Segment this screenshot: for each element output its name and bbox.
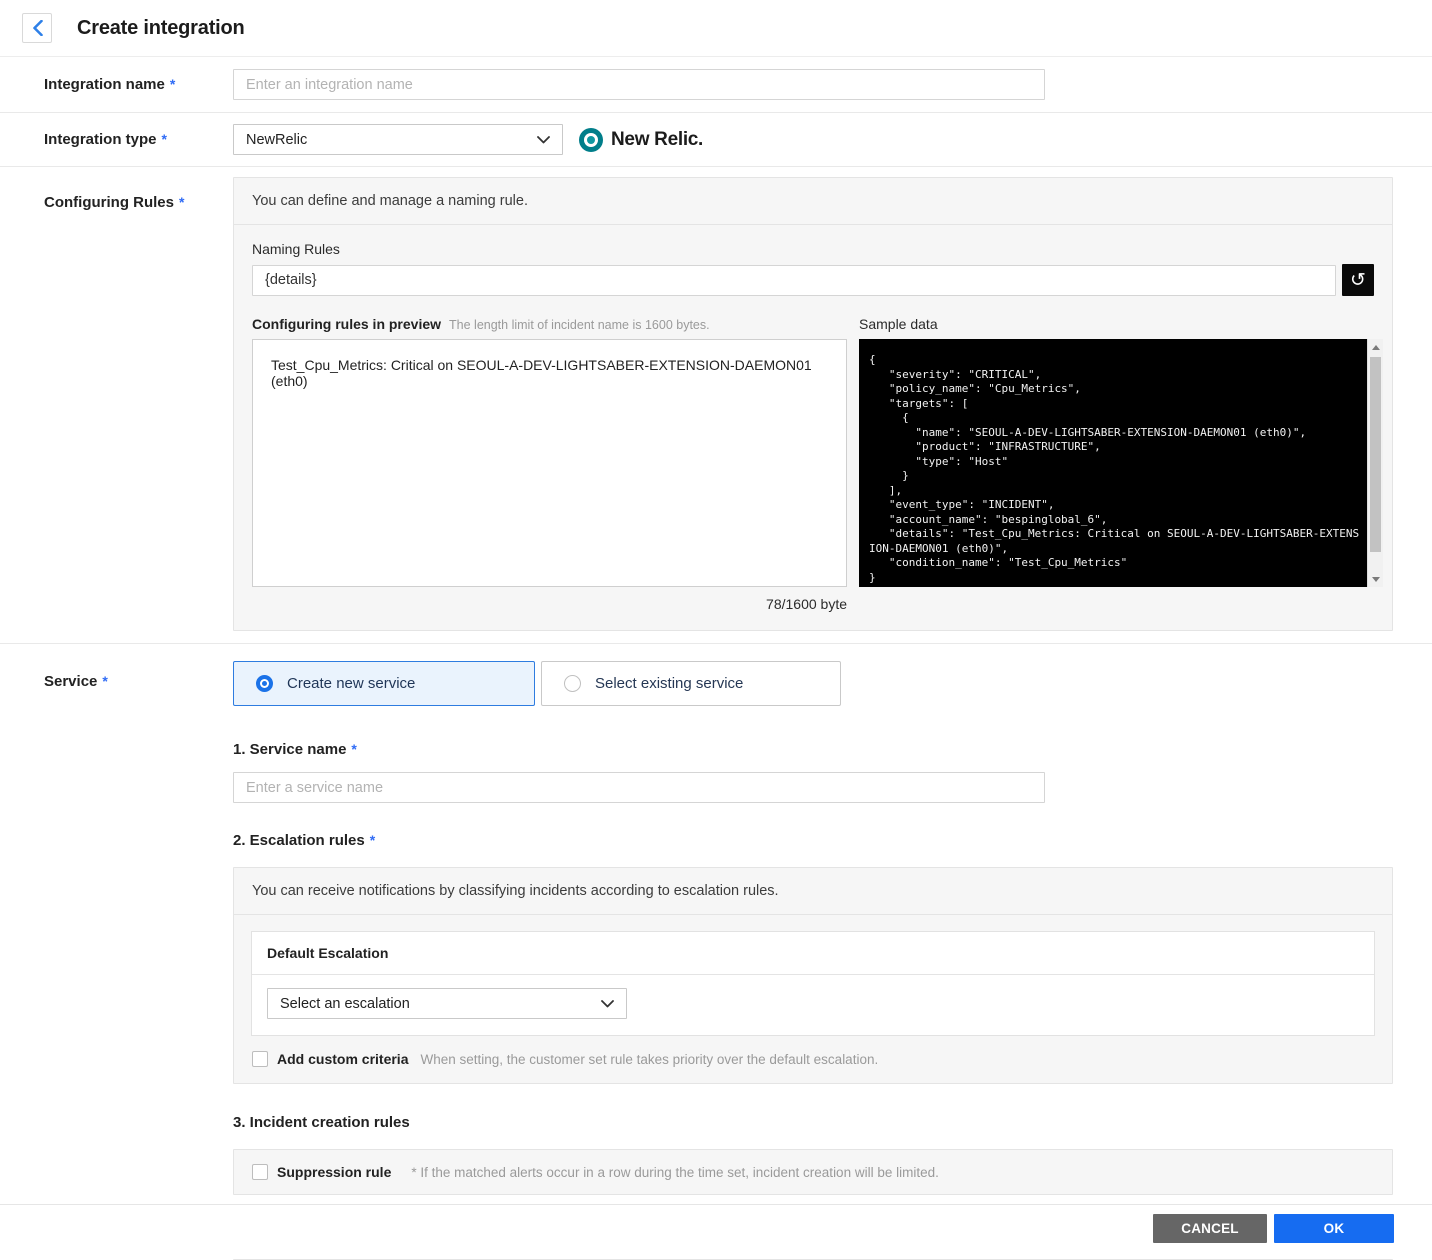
preview-value: Test_Cpu_Metrics: Critical on SEOUL-A-DE… — [271, 357, 812, 389]
escalation-select[interactable]: Select an escalation — [267, 988, 627, 1019]
naming-rules-input[interactable] — [252, 265, 1336, 296]
scroll-up-arrow[interactable] — [1368, 339, 1384, 355]
sample-data-code: { "severity": "CRITICAL", "policy_name":… — [859, 339, 1367, 587]
required-asterisk: * — [179, 194, 184, 210]
suppression-rule-hint: * If the matched alerts occur in a row d… — [411, 1165, 939, 1180]
integration-name-input[interactable] — [233, 69, 1045, 100]
service-name-input[interactable] — [233, 772, 1045, 803]
escalation-rules-heading: 2. Escalation rules — [233, 832, 365, 849]
integration-type-select[interactable]: NewRelic — [233, 124, 563, 155]
integration-type-label: Integration type — [44, 131, 157, 148]
incident-creation-rules-heading: 3. Incident creation rules — [233, 1114, 410, 1131]
scroll-down-arrow[interactable] — [1368, 571, 1384, 587]
naming-rules-label: Naming Rules — [252, 241, 1374, 257]
integration-name-row: Integration name * — [0, 57, 1432, 112]
required-asterisk: * — [351, 741, 356, 757]
newrelic-circle-icon — [579, 128, 603, 152]
preview-label: Configuring rules in preview — [252, 316, 441, 332]
reset-button[interactable]: ↺ — [1342, 264, 1374, 296]
add-custom-criteria-row: Add custom criteria When setting, the cu… — [234, 1036, 1392, 1083]
reset-icon: ↺ — [1350, 271, 1366, 290]
radio-label: Create new service — [287, 675, 415, 692]
required-asterisk: * — [162, 131, 167, 147]
suppression-rule-panel: Suppression rule * If the matched alerts… — [233, 1149, 1393, 1195]
escalation-panel: You can receive notifications by classif… — [233, 867, 1393, 1084]
radio-label: Select existing service — [595, 675, 743, 692]
radio-icon — [256, 675, 273, 692]
radio-select-existing-service[interactable]: Select existing service — [541, 661, 841, 706]
sample-data-label: Sample data — [859, 316, 1383, 332]
create-integration-page: Create integration Integration name * Int… — [0, 0, 1432, 1259]
configuring-rules-intro: You can define and manage a naming rule. — [234, 178, 1392, 225]
scrollbar[interactable] — [1367, 339, 1383, 587]
add-custom-criteria-hint: When setting, the customer set rule take… — [420, 1052, 878, 1067]
radio-icon — [564, 675, 581, 692]
add-custom-criteria-checkbox[interactable] — [252, 1051, 268, 1067]
required-asterisk: * — [370, 832, 375, 848]
newrelic-wordmark: New Relic. — [611, 129, 703, 151]
service-label: Service — [44, 673, 97, 690]
byte-counter: 78/1600 byte — [252, 596, 847, 612]
newrelic-logo: New Relic. — [579, 128, 703, 152]
rules-preview-box: Test_Cpu_Metrics: Critical on SEOUL-A-DE… — [252, 339, 847, 587]
service-name-heading: 1. Service name — [233, 741, 346, 758]
default-escalation-card: Default Escalation Select an escalation — [251, 931, 1375, 1036]
cancel-button[interactable]: CANCEL — [1153, 1214, 1267, 1243]
sample-data-box: { "severity": "CRITICAL", "policy_name":… — [859, 339, 1383, 587]
ok-button[interactable]: OK — [1274, 1214, 1394, 1243]
required-asterisk: * — [170, 76, 175, 92]
escalation-intro: You can receive notifications by classif… — [234, 868, 1392, 915]
radio-create-new-service[interactable]: Create new service — [233, 661, 535, 706]
back-button[interactable] — [22, 13, 52, 43]
suppression-rule-checkbox[interactable] — [252, 1164, 268, 1180]
chevron-left-icon — [32, 20, 43, 36]
suppression-rule-label: Suppression rule — [277, 1164, 391, 1180]
required-asterisk: * — [102, 673, 107, 689]
service-row: Service * Create new service Select exist… — [0, 644, 1432, 1260]
footer-bar: CANCEL OK — [0, 1204, 1432, 1259]
scrollbar-thumb[interactable] — [1370, 357, 1381, 552]
escalation-select-value: Select an escalation — [280, 996, 410, 1012]
configuring-rules-panel: You can define and manage a naming rule.… — [233, 177, 1393, 631]
integration-name-label: Integration name — [44, 76, 165, 93]
integration-type-value: NewRelic — [246, 132, 307, 148]
chevron-down-icon — [601, 996, 614, 1012]
configuring-rules-row: Configuring Rules * You can define and ma… — [0, 167, 1432, 643]
add-custom-criteria-label: Add custom criteria — [277, 1051, 408, 1067]
chevron-down-icon — [537, 132, 550, 148]
page-title: Create integration — [77, 17, 245, 40]
default-escalation-label: Default Escalation — [252, 932, 1374, 975]
page-header: Create integration — [0, 0, 1432, 57]
configuring-rules-label: Configuring Rules — [44, 194, 174, 211]
integration-type-row: Integration type * NewRelic New Relic. — [0, 113, 1432, 166]
preview-hint: The length limit of incident name is 160… — [449, 318, 710, 332]
